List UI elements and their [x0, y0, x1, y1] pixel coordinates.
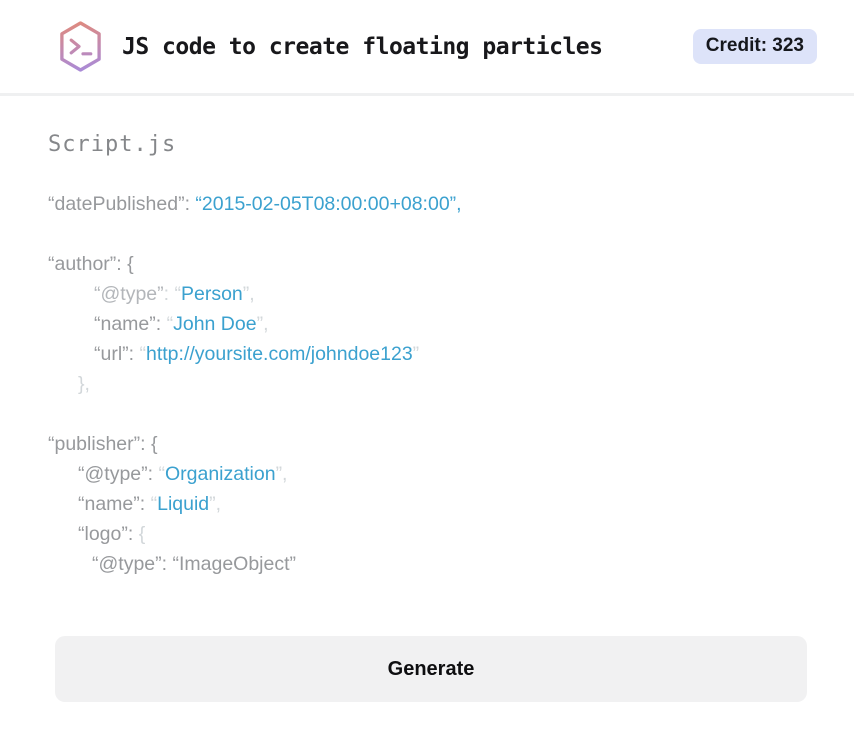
button-row: Generate — [0, 579, 854, 702]
code-token-key: “logo”: — [78, 523, 139, 545]
code-token-punct_light: ”, — [242, 283, 255, 305]
code-line: “name”: “Liquid”, — [48, 489, 807, 519]
code-line: “logo”: { — [48, 519, 807, 549]
filename-heading: Script.js — [48, 132, 177, 157]
code-token-key: “publisher”: { — [48, 433, 158, 455]
page-title: JS code to create floating particles — [122, 33, 603, 60]
code-token-value: http://yoursite.com/johndoe123 — [146, 343, 413, 365]
code-token-key: “@type”: — [78, 463, 159, 485]
code-token-punct_light: }, — [78, 373, 90, 395]
code-token-key: “url”: — [94, 343, 140, 365]
code-token-punct_light: ”, — [209, 493, 222, 515]
header-bar: JS code to create floating particles Cre… — [0, 0, 854, 96]
code-token-key: “@type”: “ImageObject” — [92, 553, 297, 575]
code-line: “@type”: “ImageObject” — [48, 549, 807, 579]
code-token-key: “author”: { — [48, 253, 134, 275]
code-token-key_light: “@type” — [94, 283, 164, 305]
code-editor: “datePublished”: “2015-02-05T08:00:00+08… — [48, 189, 807, 579]
code-token-value: “2015-02-05T08:00:00+08:00”, — [195, 193, 462, 215]
code-token-key: “name”: — [78, 493, 151, 515]
code-token-value: Liquid — [157, 493, 210, 515]
code-line: “@type”: “Person”, — [48, 279, 807, 309]
main-content: Script.js “datePublished”: “2015-02-05T0… — [0, 96, 854, 579]
code-line: “datePublished”: “2015-02-05T08:00:00+08… — [48, 189, 807, 219]
code-line: “@type”: “Organization”, — [48, 459, 807, 489]
credit-badge: Credit: 323 — [692, 29, 817, 64]
generate-button[interactable]: Generate — [55, 636, 807, 702]
code-token-punct_light: ”, — [275, 463, 288, 485]
code-line: }, — [48, 369, 807, 399]
code-line: “author”: { — [48, 249, 807, 279]
code-token-punct_light: : — [163, 283, 175, 305]
code-line: “name”: “John Doe”, — [48, 309, 807, 339]
code-token-key: “name”: — [94, 313, 167, 335]
code-line: “url”: “http://yoursite.com/johndoe123” — [48, 339, 807, 369]
code-token-punct_light: ”, — [256, 313, 269, 335]
code-token-punct_light: ” — [412, 343, 420, 365]
code-line: “publisher”: { — [48, 429, 807, 459]
code-token-value: Person — [180, 283, 243, 305]
terminal-prompt-hexagon-icon — [60, 21, 101, 72]
code-token-value: Organization — [164, 463, 276, 485]
code-token-value: John Doe — [173, 313, 257, 335]
code-token-key: “datePublished”: — [48, 193, 196, 215]
app-window: JS code to create floating particles Cre… — [0, 0, 854, 748]
code-token-punct_light: { — [138, 523, 146, 545]
